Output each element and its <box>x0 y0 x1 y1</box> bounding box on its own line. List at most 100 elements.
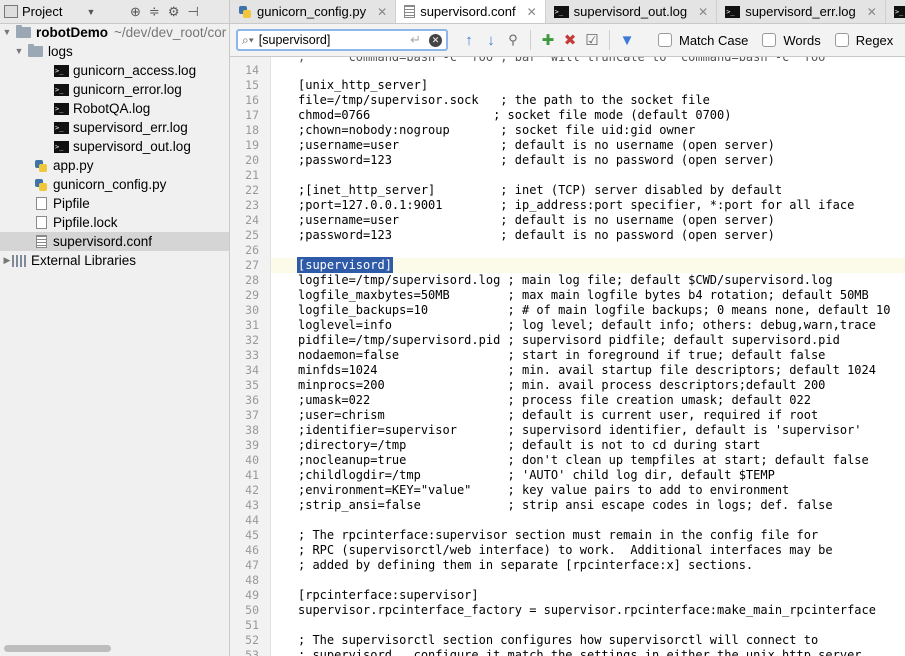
code-line: ;umask=022 ; process file creation umask… <box>298 393 811 407</box>
line-number: 21 <box>245 168 259 182</box>
line-number: 35 <box>245 378 259 392</box>
project-view-selector[interactable]: Project ▼ <box>0 4 104 19</box>
tab-supervisord-conf[interactable]: supervisord.conf ✕ <box>396 0 546 23</box>
code-line: pidfile=/tmp/supervisord.pid ; superviso… <box>298 333 840 347</box>
regex-label: Regex <box>855 32 894 48</box>
match-case-checkbox[interactable] <box>658 33 672 47</box>
log-file-icon: >_ <box>54 102 69 115</box>
tree-item-external-libraries[interactable]: ▶ External Libraries <box>0 251 137 270</box>
code-editor[interactable]: 14 15 16 17 18 19 20 21 22 23 24 25 26 27 28 29 30 31 32 33… <box>230 57 905 656</box>
match-case-option[interactable]: Match Case <box>658 33 748 48</box>
select-all-occurrences-icon[interactable]: ☑ <box>581 31 603 49</box>
line-number: 37 <box>245 408 259 422</box>
line-number: 16 <box>245 93 259 107</box>
line-number: 38 <box>245 423 259 437</box>
remove-selection-icon[interactable]: ✖ <box>559 31 581 49</box>
words-checkbox[interactable] <box>762 33 777 47</box>
tree-item-logs[interactable]: ▼ logs <box>0 42 73 61</box>
line-number: 52 <box>245 633 259 647</box>
next-occurrence-icon[interactable]: ↓ <box>480 32 502 49</box>
line-number: 43 <box>245 498 259 512</box>
file-icon <box>36 197 47 210</box>
tree-item-file[interactable]: >_ gunicorn_access.log <box>0 61 196 80</box>
hide-panel-icon[interactable]: ⊣ <box>187 4 198 20</box>
line-number: 23 <box>245 198 259 212</box>
horizontal-scrollbar[interactable] <box>4 645 111 652</box>
line-number: 20 <box>245 153 259 167</box>
tree-item-file[interactable]: app.py <box>0 156 94 175</box>
file-name: supervisord.conf <box>53 234 153 249</box>
config-file-icon <box>404 5 416 18</box>
tree-item-file[interactable]: >_ supervisord_out.log <box>0 137 191 156</box>
project-sidebar: Project ▼ ⊕ ≑ ⚙ ⊣ ▼ robotDemo ~/dev/dev_… <box>0 0 230 656</box>
code-line: ; supervisord. configure it match the se… <box>298 648 862 656</box>
log-file-icon: >_ <box>553 5 569 18</box>
locate-file-icon[interactable]: ⊕ <box>130 4 141 20</box>
code-line: logfile_maxbytes=50MB ; max main logfile… <box>298 288 869 302</box>
file-name: supervisord_out.log <box>73 139 191 154</box>
tab-supervisord-err-log[interactable]: >_ supervisord_err.log ✕ <box>717 0 886 23</box>
close-icon[interactable]: ✕ <box>377 5 387 19</box>
tree-item-file[interactable]: Pipfile <box>0 194 90 213</box>
tab-supervisord-out-log[interactable]: >_ supervisord_out.log ✕ <box>546 0 718 23</box>
code-line: ; The rpcinterface:supervisor section mu… <box>298 528 819 542</box>
tab-gunicorn-access[interactable]: >_ gunicorn_acc <box>886 0 905 23</box>
tree-item-file[interactable]: >_ supervisord_err.log <box>0 118 188 137</box>
line-number: 28 <box>245 273 259 287</box>
folder-icon <box>16 25 31 38</box>
line-number: 25 <box>245 228 259 242</box>
regex-checkbox[interactable] <box>834 33 849 47</box>
log-file-icon: >_ <box>54 83 69 96</box>
gear-icon[interactable]: ⚙ <box>168 4 180 20</box>
tab-label: gunicorn_config.py <box>257 4 367 19</box>
tree-item-root[interactable]: ▼ robotDemo ~/dev/dev_root/cor <box>0 23 226 42</box>
line-number-gutter: 14 15 16 17 18 19 20 21 22 23 24 25 26 27 28 29 30 31 32 33… <box>230 57 271 656</box>
chevron-down-icon: ▼ <box>86 6 96 17</box>
add-selection-icon[interactable]: ✚ <box>537 31 559 49</box>
previous-occurrence-icon[interactable]: ↑ <box>458 32 480 49</box>
tree-item-file[interactable]: Pipfile.lock <box>0 213 118 232</box>
words-option[interactable]: Words <box>762 33 821 48</box>
code-line: ;strip_ansi=false ; strip ansi escape co… <box>298 498 833 512</box>
tree-item-file-selected[interactable]: supervisord.conf <box>0 232 229 251</box>
line-number: 31 <box>245 318 259 332</box>
tree-item-file[interactable]: >_ gunicorn_error.log <box>0 80 182 99</box>
search-field[interactable]: ⌕▾ ↵ ✕ <box>236 29 448 51</box>
close-icon[interactable]: ✕ <box>527 5 537 19</box>
clear-icon[interactable]: ✕ <box>429 33 442 47</box>
close-icon[interactable]: ✕ <box>698 5 708 19</box>
line-number: 39 <box>245 438 259 452</box>
regex-option[interactable]: Regex <box>834 32 894 48</box>
line-number: 24 <box>245 213 259 227</box>
search-match-highlight: [supervisord] <box>297 257 393 273</box>
tree-item-file[interactable]: gunicorn_config.py <box>0 175 166 194</box>
file-name: gunicorn_error.log <box>73 82 182 97</box>
code-line: ;username=user ; default is no username … <box>298 213 775 227</box>
file-name: supervisord_err.log <box>73 120 188 135</box>
find-all-icon[interactable]: ⚲ <box>502 32 524 48</box>
tab-gunicorn-config[interactable]: gunicorn_config.py ✕ <box>230 0 397 23</box>
file-name: gunicorn_access.log <box>73 63 197 78</box>
search-input[interactable] <box>256 33 401 47</box>
code-line: ;identifier=supervisor ; supervisord ide… <box>298 423 862 437</box>
line-number: 33 <box>245 348 259 362</box>
line-number: 18 <box>245 123 259 137</box>
file-name: Pipfile.lock <box>53 215 118 230</box>
file-name: app.py <box>53 158 94 173</box>
collapse-all-icon[interactable]: ≑ <box>149 4 160 20</box>
tree-item-file[interactable]: >_ RobotQA.log <box>0 99 150 118</box>
code-line: nodaemon=false ; start in foreground if … <box>298 348 826 362</box>
line-number: 30 <box>245 303 259 317</box>
filter-icon[interactable]: ▼ <box>616 32 638 49</box>
match-case-label: Match Case <box>679 32 749 48</box>
code-line: ; RPC (supervisorctl/web interface) to w… <box>298 543 833 557</box>
code-line: ;password=123 ; default is no password (… <box>298 228 775 242</box>
close-icon[interactable]: ✕ <box>867 5 877 19</box>
toolbar-separator <box>530 30 531 50</box>
code-line: file=/tmp/supervisor.sock ; the path to … <box>298 93 710 107</box>
code-line: ;user=chrism ; default is current user, … <box>298 408 819 422</box>
code-line: ;nocleanup=true ; don't clean up tempfil… <box>298 453 869 467</box>
code-line: minfds=1024 ; min. avail startup file de… <box>298 363 876 377</box>
code-line: supervisor.rpcinterface_factory = superv… <box>298 603 876 617</box>
new-line-icon[interactable]: ↵ <box>410 32 421 48</box>
